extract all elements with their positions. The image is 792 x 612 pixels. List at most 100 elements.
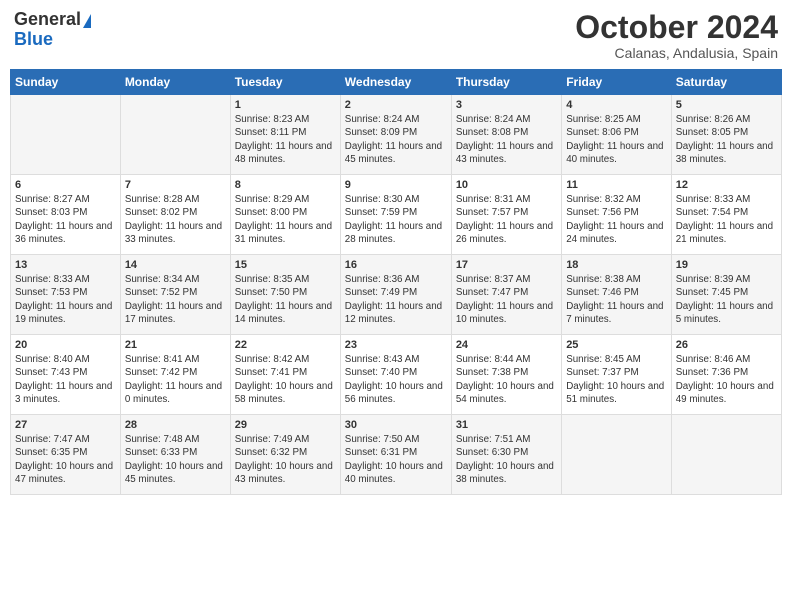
header-sunday: Sunday [11, 70, 121, 95]
calendar-cell: 22Sunrise: 8:42 AM Sunset: 7:41 PM Dayli… [230, 335, 340, 415]
logo: General Blue [14, 10, 91, 50]
day-number: 13 [15, 259, 116, 271]
calendar-cell: 25 Sunrise: 8:45 AM Sunset: 7:37 PM Dayli… [562, 335, 672, 415]
day-number: 14 [125, 259, 226, 271]
day-content: Sunrise: 8:46 AM Sunset: 7:36 PM Dayligh… [676, 353, 777, 406]
calendar-cell: 8 Sunrise: 8:29 AM Sunset: 8:00 PM Daylig… [230, 175, 340, 255]
day-number: 9 [345, 179, 447, 191]
calendar-cell: 20 Sunrise: 8:40 AM Sunset: 7:43 PM Dayli… [11, 335, 121, 415]
day-content: Sunrise: 8:40 AM Sunset: 7:43 PM Dayligh… [15, 353, 116, 406]
header-saturday: Saturday [671, 70, 781, 95]
calendar-cell: 21 Sunrise: 8:41 AM Sunset: 7:42 PM Dayli… [120, 335, 230, 415]
calendar-cell: 13 Sunrise: 8:33 AM Sunset: 7:53 PM Dayli… [11, 255, 121, 335]
calendar-cell: 1 Sunrise: 8:23 AM Sunset: 8:11 PM Daylig… [230, 95, 340, 175]
day-number: 24 [456, 339, 557, 351]
calendar-cell: 15 Sunrise: 8:35 AM Sunset: 7:50 PM Dayli… [230, 255, 340, 335]
day-content: Sunrise: 7:47 AM Sunset: 6:35 PM Dayligh… [15, 433, 116, 486]
day-content: Sunrise: 8:25 AM Sunset: 8:06 PM Dayligh… [566, 113, 667, 166]
month-title: October 2024 [575, 10, 778, 45]
day-content: Sunrise: 8:30 AM Sunset: 7:59 PM Dayligh… [345, 193, 447, 246]
day-number: 4 [566, 99, 667, 111]
day-content: Sunrise: 8:39 AM Sunset: 7:45 PM Dayligh… [676, 273, 777, 326]
calendar-body: 1 Sunrise: 8:23 AM Sunset: 8:11 PM Daylig… [11, 95, 782, 495]
header-friday: Friday [562, 70, 672, 95]
calendar-cell: 17Sunrise: 8:37 AM Sunset: 7:47 PM Dayli… [451, 255, 561, 335]
calendar-cell: 16 Sunrise: 8:36 AM Sunset: 7:49 PM Dayli… [340, 255, 451, 335]
day-number: 1 [235, 99, 336, 111]
calendar-cell: 23Sunrise: 8:43 AM Sunset: 7:40 PM Dayli… [340, 335, 451, 415]
day-content: Sunrise: 8:26 AM Sunset: 8:05 PM Dayligh… [676, 113, 777, 166]
day-number: 2 [345, 99, 447, 111]
calendar-cell: 9 Sunrise: 8:30 AM Sunset: 7:59 PM Daylig… [340, 175, 451, 255]
day-content: Sunrise: 8:36 AM Sunset: 7:49 PM Dayligh… [345, 273, 447, 326]
calendar-cell [562, 415, 672, 495]
day-number: 21 [125, 339, 226, 351]
calendar-cell: 28Sunrise: 7:48 AM Sunset: 6:33 PM Dayli… [120, 415, 230, 495]
day-content: Sunrise: 8:32 AM Sunset: 7:56 PM Dayligh… [566, 193, 667, 246]
day-number: 15 [235, 259, 336, 271]
calendar-cell: 10 Sunrise: 8:31 AM Sunset: 7:57 PM Dayli… [451, 175, 561, 255]
day-content: Sunrise: 8:45 AM Sunset: 7:37 PM Dayligh… [566, 353, 667, 406]
calendar-cell: 14 Sunrise: 8:34 AM Sunset: 7:52 PM Dayli… [120, 255, 230, 335]
day-number: 20 [15, 339, 116, 351]
calendar-cell: 7 Sunrise: 8:28 AM Sunset: 8:02 PM Daylig… [120, 175, 230, 255]
calendar-cell [120, 95, 230, 175]
day-number: 11 [566, 179, 667, 191]
day-content: Sunrise: 8:31 AM Sunset: 7:57 PM Dayligh… [456, 193, 557, 246]
calendar-cell: 2 Sunrise: 8:24 AM Sunset: 8:09 PM Daylig… [340, 95, 451, 175]
calendar-cell: 6Sunrise: 8:27 AM Sunset: 8:03 PM Daylig… [11, 175, 121, 255]
calendar-cell: 11 Sunrise: 8:32 AM Sunset: 7:56 PM Dayli… [562, 175, 672, 255]
day-number: 5 [676, 99, 777, 111]
day-content: Sunrise: 7:49 AM Sunset: 6:32 PM Dayligh… [235, 433, 336, 486]
day-content: Sunrise: 8:33 AM Sunset: 7:53 PM Dayligh… [15, 273, 116, 326]
day-content: Sunrise: 8:27 AM Sunset: 8:03 PM Dayligh… [15, 193, 116, 246]
day-number: 7 [125, 179, 226, 191]
calendar-week-1: 1 Sunrise: 8:23 AM Sunset: 8:11 PM Daylig… [11, 95, 782, 175]
header-monday: Monday [120, 70, 230, 95]
day-content: Sunrise: 8:24 AM Sunset: 8:08 PM Dayligh… [456, 113, 557, 166]
calendar-cell: 3Sunrise: 8:24 AM Sunset: 8:08 PM Daylig… [451, 95, 561, 175]
day-number: 8 [235, 179, 336, 191]
day-number: 19 [676, 259, 777, 271]
calendar-week-3: 13 Sunrise: 8:33 AM Sunset: 7:53 PM Dayli… [11, 255, 782, 335]
day-content: Sunrise: 8:35 AM Sunset: 7:50 PM Dayligh… [235, 273, 336, 326]
day-number: 10 [456, 179, 557, 191]
day-number: 27 [15, 419, 116, 431]
day-number: 29 [235, 419, 336, 431]
logo-triangle-icon [83, 14, 91, 28]
header-thursday: Thursday [451, 70, 561, 95]
day-content: Sunrise: 8:23 AM Sunset: 8:11 PM Dayligh… [235, 113, 336, 166]
day-content: Sunrise: 8:29 AM Sunset: 8:00 PM Dayligh… [235, 193, 336, 246]
title-block: October 2024 Calanas, Andalusia, Spain [575, 10, 778, 61]
day-number: 31 [456, 419, 557, 431]
day-content: Sunrise: 8:38 AM Sunset: 7:46 PM Dayligh… [566, 273, 667, 326]
calendar-cell: 29 Sunrise: 7:49 AM Sunset: 6:32 PM Dayli… [230, 415, 340, 495]
logo-blue-text: Blue [14, 30, 91, 50]
day-content: Sunrise: 8:33 AM Sunset: 7:54 PM Dayligh… [676, 193, 777, 246]
day-number: 16 [345, 259, 447, 271]
calendar-week-4: 20 Sunrise: 8:40 AM Sunset: 7:43 PM Dayli… [11, 335, 782, 415]
calendar-cell: 24Sunrise: 8:44 AM Sunset: 7:38 PM Dayli… [451, 335, 561, 415]
day-content: Sunrise: 8:34 AM Sunset: 7:52 PM Dayligh… [125, 273, 226, 326]
calendar-week-2: 6Sunrise: 8:27 AM Sunset: 8:03 PM Daylig… [11, 175, 782, 255]
calendar-cell: 30 Sunrise: 7:50 AM Sunset: 6:31 PM Dayli… [340, 415, 451, 495]
header-row: Sunday Monday Tuesday Wednesday Thursday… [11, 70, 782, 95]
day-number: 12 [676, 179, 777, 191]
day-content: Sunrise: 7:50 AM Sunset: 6:31 PM Dayligh… [345, 433, 447, 486]
day-content: Sunrise: 7:48 AM Sunset: 6:33 PM Dayligh… [125, 433, 226, 486]
day-content: Sunrise: 8:37 AM Sunset: 7:47 PM Dayligh… [456, 273, 557, 326]
day-number: 18 [566, 259, 667, 271]
day-number: 30 [345, 419, 447, 431]
calendar-cell [671, 415, 781, 495]
day-number: 25 [566, 339, 667, 351]
location-text: Calanas, Andalusia, Spain [575, 45, 778, 61]
day-content: Sunrise: 8:42 AM Sunset: 7:41 PM Dayligh… [235, 353, 336, 406]
calendar-header: Sunday Monday Tuesday Wednesday Thursday… [11, 70, 782, 95]
day-content: Sunrise: 8:28 AM Sunset: 8:02 PM Dayligh… [125, 193, 226, 246]
day-content: Sunrise: 8:41 AM Sunset: 7:42 PM Dayligh… [125, 353, 226, 406]
calendar-cell: 27 Sunrise: 7:47 AM Sunset: 6:35 PM Dayli… [11, 415, 121, 495]
calendar-cell [11, 95, 121, 175]
header-wednesday: Wednesday [340, 70, 451, 95]
day-content: Sunrise: 8:24 AM Sunset: 8:09 PM Dayligh… [345, 113, 447, 166]
day-content: Sunrise: 8:43 AM Sunset: 7:40 PM Dayligh… [345, 353, 447, 406]
